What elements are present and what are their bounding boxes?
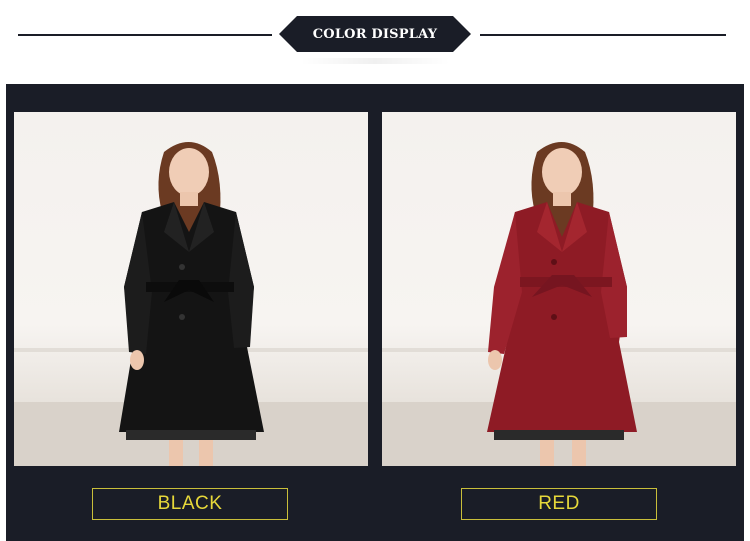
color-option-red[interactable]: RED xyxy=(461,488,657,520)
product-photo-red[interactable] xyxy=(382,112,736,466)
header-shadow xyxy=(300,58,450,64)
color-option-black[interactable]: BLACK xyxy=(92,488,288,520)
header-rule-left xyxy=(18,34,272,36)
section-title-badge: COLOR DISPLAY xyxy=(279,16,471,52)
model-red-coat-illustration xyxy=(382,142,736,466)
section-header: COLOR DISPLAY xyxy=(0,0,750,84)
model-black-coat-illustration xyxy=(14,142,368,466)
color-option-black-label: BLACK xyxy=(157,493,223,514)
color-option-red-label: RED xyxy=(538,493,580,514)
color-display-panel: BLACK RED xyxy=(6,84,744,541)
product-photo-black[interactable] xyxy=(14,112,368,466)
header-rule-right xyxy=(480,34,726,36)
section-title: COLOR DISPLAY xyxy=(312,26,438,42)
